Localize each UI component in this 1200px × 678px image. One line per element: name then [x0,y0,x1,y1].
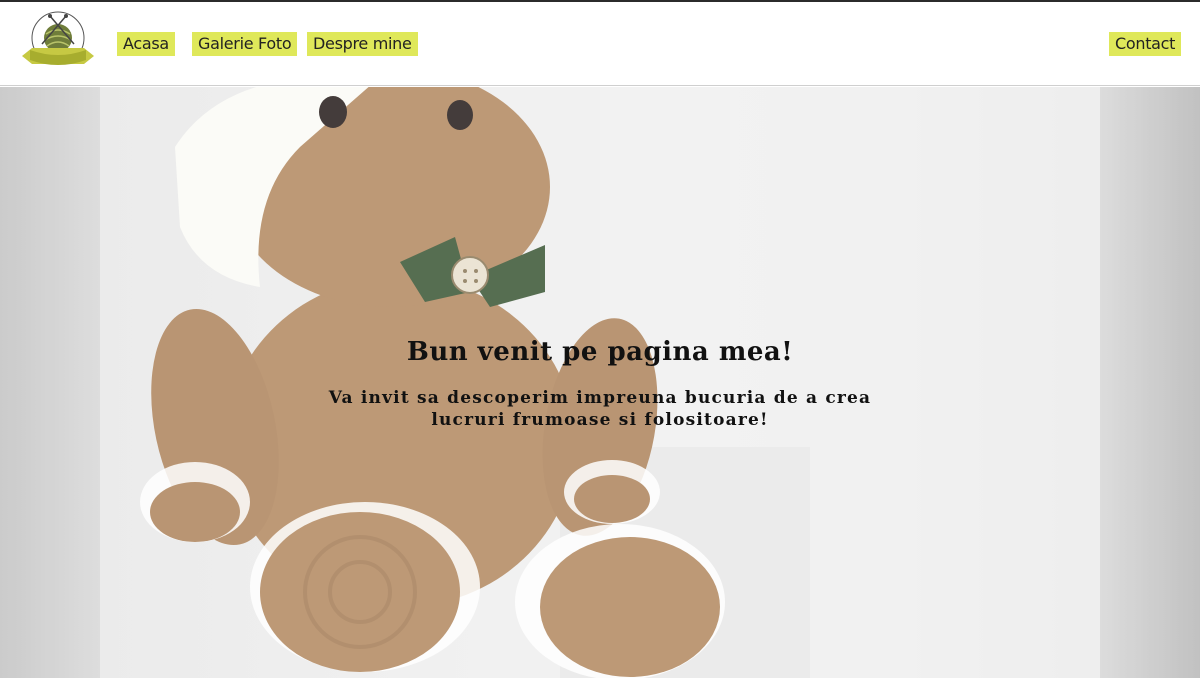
nav-contact[interactable]: Contact [1109,32,1182,56]
crochet-teddy-image [0,87,1200,678]
nav-despre-mine[interactable]: Despre mine [307,32,418,56]
site-logo[interactable] [20,10,96,74]
hero-subtitle: Va invit sa descoperim impreuna bucuria … [250,387,950,431]
hero-title: Bun venit pe pagina mea! [406,337,794,367]
hero-banner: Bun venit pe pagina mea! Va invit sa des… [0,87,1200,678]
nav-galerie-foto[interactable]: Galerie Foto [192,32,298,56]
hero-subtitle-line2: lucruri frumoase si folositoare! [431,410,769,430]
nav-acasa[interactable]: Acasa [117,32,175,56]
hero-subtitle-line1: Va invit sa descoperim impreuna bucuria … [328,388,872,408]
site-header: Acasa Galerie Foto Despre mine Contact [0,2,1200,86]
yarn-ball-with-needles-icon [22,11,94,65]
